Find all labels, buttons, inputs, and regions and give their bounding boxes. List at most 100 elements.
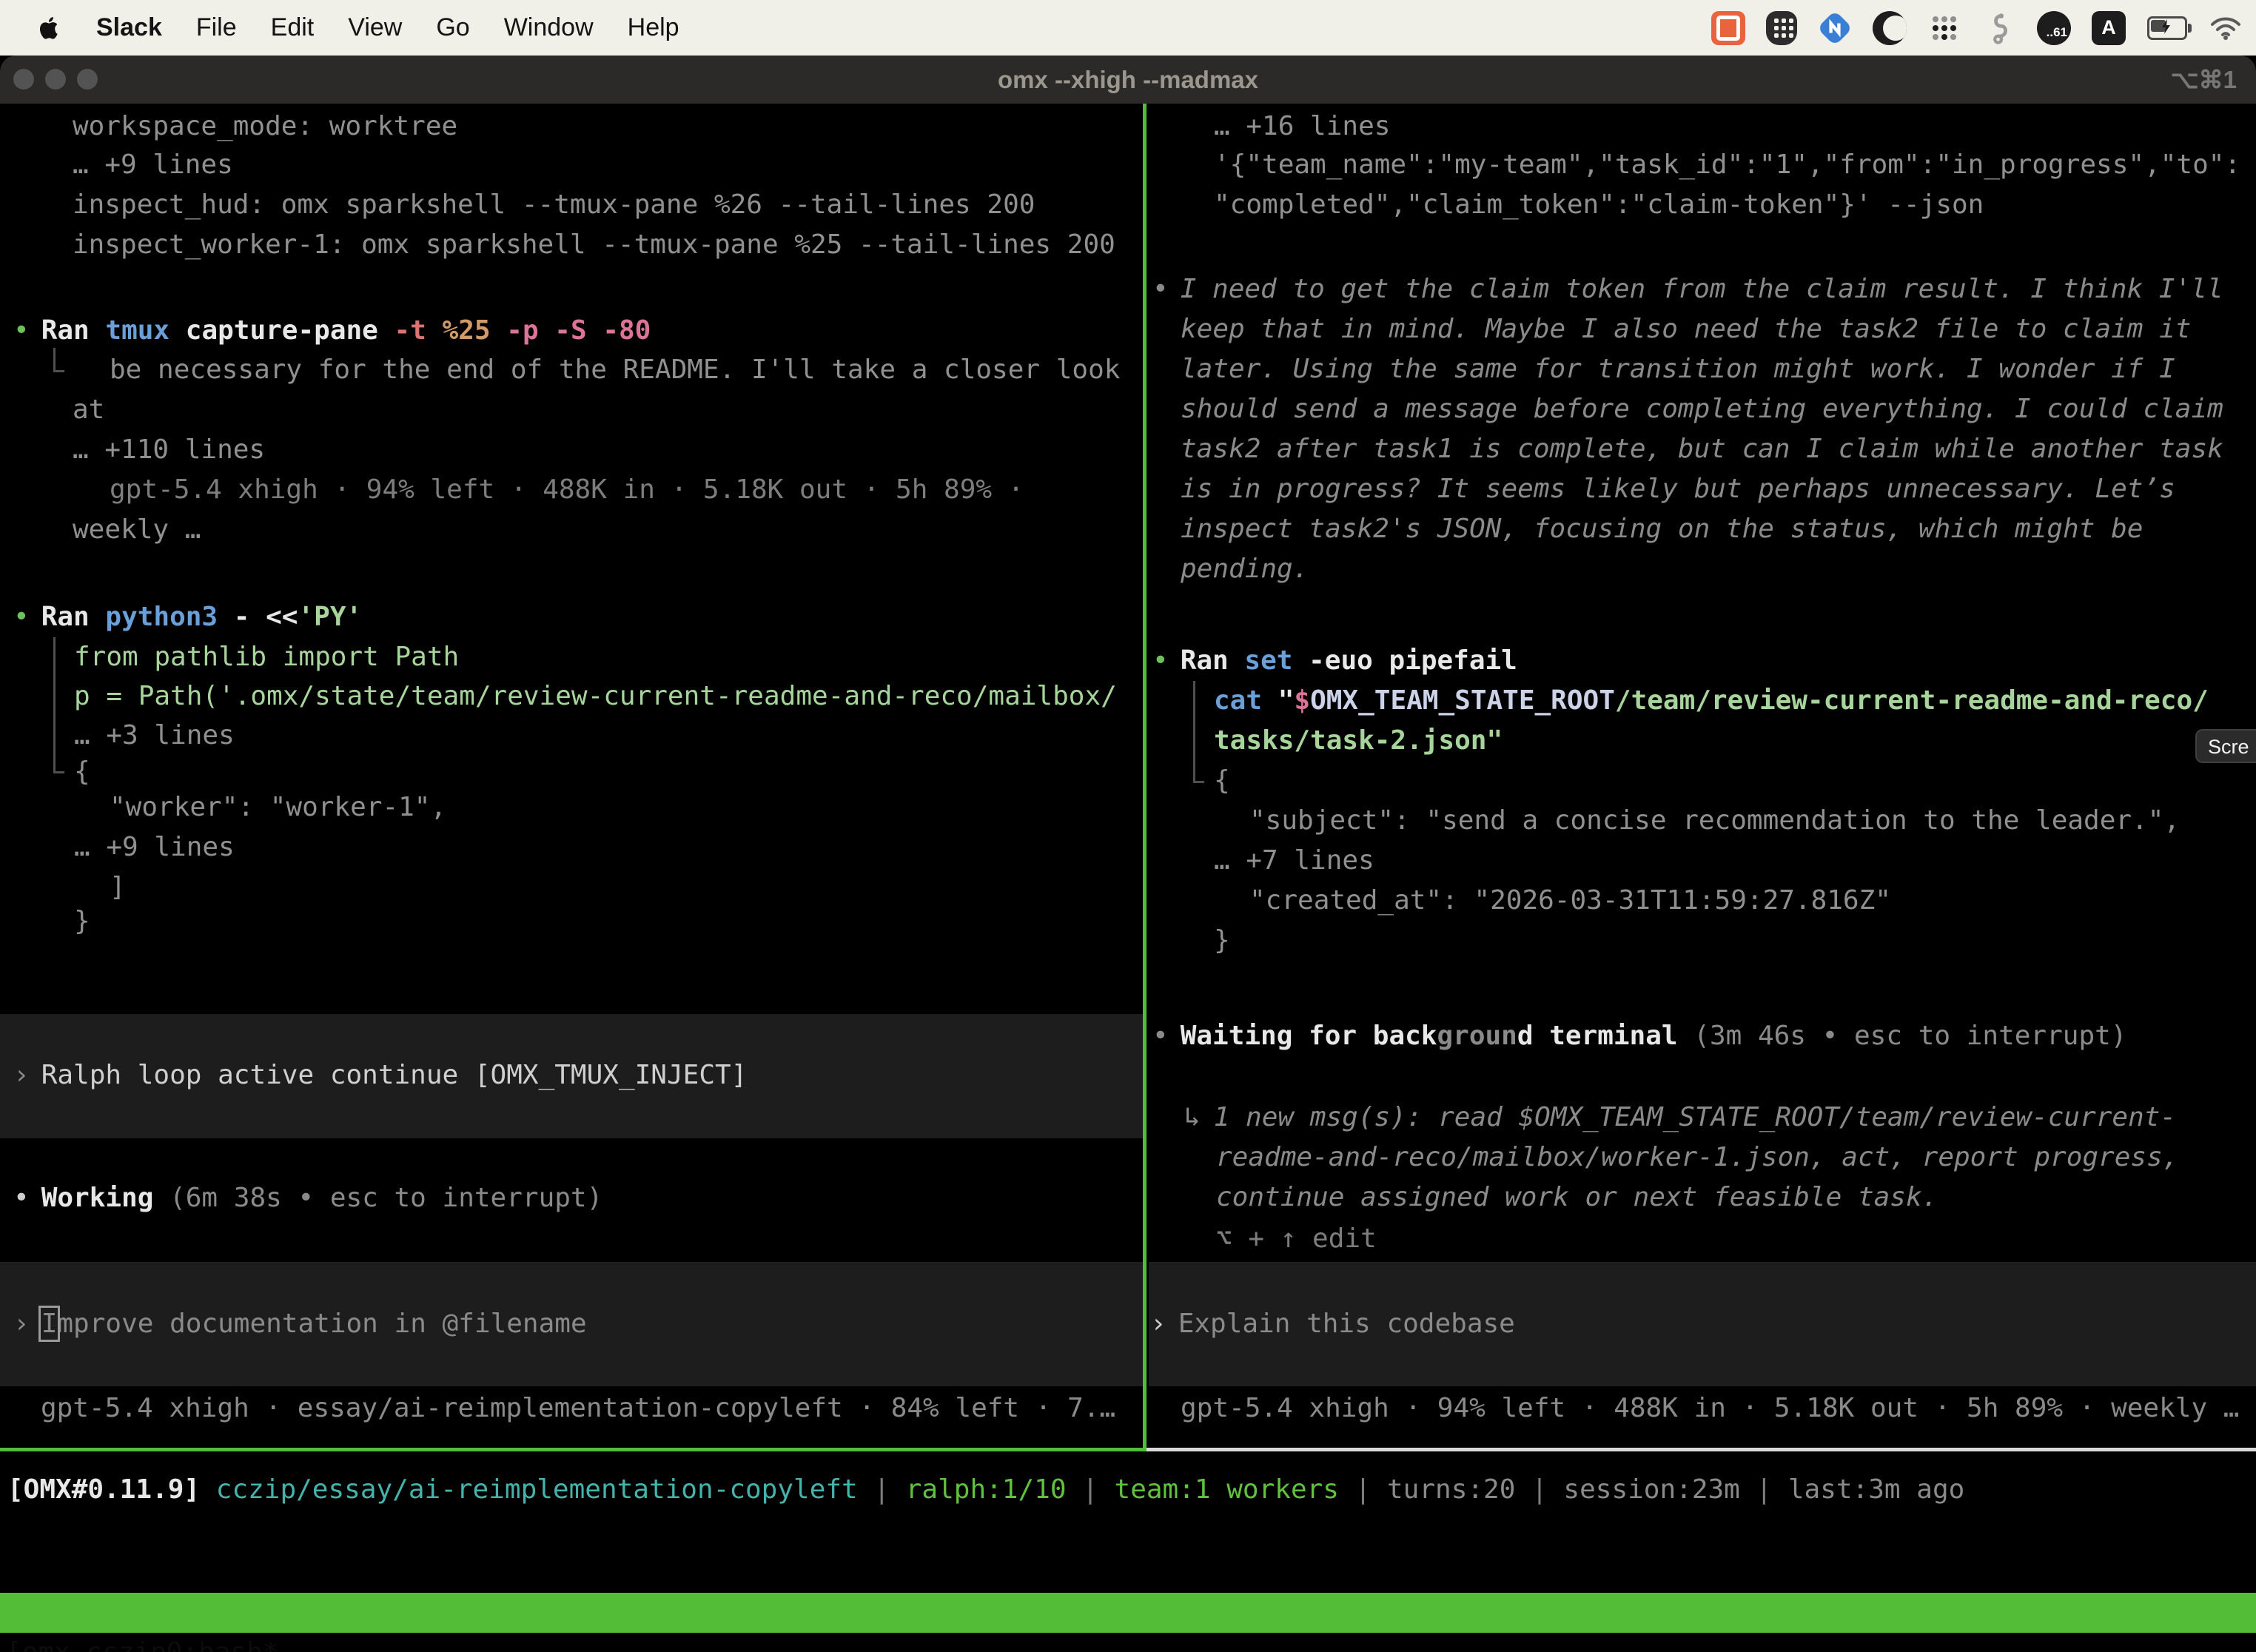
output-line: "subject": "send a concise recommendatio…: [1249, 801, 2180, 841]
terminal-content[interactable]: workspace_mode: worktree … +9 lines insp…: [0, 104, 2256, 1652]
thinking-line: later. Using the same for transition mig…: [1181, 349, 2175, 389]
bullet-icon: •: [1152, 274, 1169, 304]
ran-command-line: •Ran set -euo pipefail: [1152, 641, 1517, 681]
output-line: "completed","claim_token":"claim-token"}…: [1214, 185, 1984, 225]
tmux-status-bar: [omx-cczip0:bash* "MacBook-Pro-44.local"…: [0, 1593, 2256, 1633]
thinking-line: keep that in mind. Maybe I also need the…: [1181, 309, 2191, 349]
waiting-status-line: •Waiting for background terminal (3m 46s…: [1152, 1016, 2126, 1056]
edit-shortcut-hint: ⌥ + ↑ edit: [1216, 1219, 1377, 1259]
output-line: … +3 lines: [74, 716, 235, 756]
code-line: from pathlib import Path: [74, 637, 459, 677]
output-line: ]: [110, 867, 126, 907]
chevron-prompt-icon: ›: [13, 1060, 30, 1090]
output-line: }: [74, 901, 90, 941]
chevron-prompt-icon: ›: [13, 1309, 30, 1339]
prompt-input-line[interactable]: › Explain this codebase: [1150, 1304, 1515, 1344]
code-line: tasks/task-2.json": [1214, 721, 1503, 761]
input-placeholder: mprove documentation in @filename: [57, 1309, 586, 1339]
bullet-icon: •: [13, 1183, 30, 1213]
mailbox-message-line: continue assigned work or next feasible …: [1216, 1178, 1938, 1218]
output-line: {: [74, 752, 90, 792]
menu-go[interactable]: Go: [436, 13, 469, 42]
blue-shield-icon[interactable]: [1817, 10, 1853, 45]
bullet-icon: •: [13, 602, 30, 632]
mailbox-message-line: ↳1 new msg(s): read $OMX_TEAM_STATE_ROOT…: [1184, 1098, 2176, 1138]
hud-team: team:1 workers: [1115, 1474, 1339, 1505]
bullet-icon: •: [13, 315, 30, 346]
wifi-icon[interactable]: [2209, 11, 2243, 45]
hook-icon[interactable]: [1982, 11, 2016, 45]
session-status-line: gpt-5.4 xhigh · 94% left · 488K in · 5.1…: [1181, 1389, 2239, 1428]
menu-app-name[interactable]: Slack: [96, 13, 162, 42]
chevron-prompt-icon: ›: [1150, 1309, 1166, 1339]
pane-divider[interactable]: [1143, 104, 1147, 1451]
output-line: }: [1214, 921, 1230, 961]
input-source-icon[interactable]: A: [2092, 11, 2126, 45]
apple-logo-icon[interactable]: [37, 13, 62, 43]
menu-view[interactable]: View: [348, 13, 402, 42]
input-placeholder: Explain this codebase: [1178, 1309, 1515, 1339]
window-title: omx --xhigh --madmax: [0, 56, 2256, 104]
output-line: … +9 lines: [74, 827, 235, 867]
dots-grid-icon[interactable]: [1927, 11, 1961, 45]
ran-command-line: •Ran python3 - <<'PY': [13, 597, 362, 637]
menu-bar: Slack File Edit View Go Window Help ..61…: [0, 0, 2256, 56]
menu-edit[interactable]: Edit: [271, 13, 315, 42]
omx-version: [OMX#0.11.9]: [7, 1474, 216, 1505]
output-connector: [53, 348, 64, 372]
crescent-app-icon[interactable]: [1873, 11, 1907, 45]
left-pane-bottom-border: [0, 1448, 1147, 1451]
omx-hud-status-line: [OMX#0.11.9] cczip/essay/ai-reimplementa…: [7, 1470, 1964, 1510]
output-line: workspace_mode: worktree: [73, 107, 457, 147]
output-line: at: [73, 390, 104, 430]
output-connector: [53, 637, 64, 773]
output-line: {: [1214, 761, 1230, 801]
output-line: … +7 lines: [1214, 841, 1374, 881]
ralph-loop-line: ›Ralph loop active continue [OMX_TMUX_IN…: [13, 1055, 747, 1095]
window-title-bar[interactable]: omx --xhigh --madmax ⌥⌘1: [0, 56, 2256, 104]
screen-overlay-button[interactable]: Scre: [2195, 729, 2256, 763]
hud-last: last:3m ago: [1788, 1474, 1964, 1505]
thinking-line: inspect task2's JSON, focusing on the st…: [1181, 509, 2143, 549]
terminal-window: omx --xhigh --madmax ⌥⌘1 workspace_mode:…: [0, 56, 2256, 1652]
bullet-icon: •: [1152, 645, 1169, 676]
thinking-line: pending.: [1181, 549, 1309, 589]
hud-session: session:23m: [1563, 1474, 1739, 1505]
thinking-line: task2 after task1 is complete, but can I…: [1181, 429, 2223, 469]
chat-app-icon[interactable]: [1711, 11, 1745, 45]
hud-turns: turns:20: [1387, 1474, 1515, 1505]
ran-command-line: •Ran tmux capture-pane -t %25 -p -S -80: [13, 311, 651, 351]
output-line: … +16 lines: [1214, 107, 1390, 147]
output-line: inspect_worker-1: omx sparkshell --tmux-…: [73, 225, 1115, 265]
arrow-down-right-icon: ↳: [1184, 1102, 1201, 1132]
bullet-icon: •: [1152, 1021, 1169, 1051]
prompt-input-line[interactable]: ›Improve documentation in @filename: [13, 1304, 587, 1344]
grid-shield-icon[interactable]: [1766, 11, 1797, 45]
code-line: cat "$OMX_TEAM_STATE_ROOT/team/review-cu…: [1214, 681, 2209, 721]
output-line: … +9 lines: [73, 145, 233, 185]
tmux-session-window[interactable]: [omx-cczip0:bash*: [6, 1633, 278, 1652]
window-shortcut-badge: ⌥⌘1: [2171, 56, 2237, 104]
count-badge-icon[interactable]: ..61: [2037, 11, 2071, 45]
working-status-line: •Working (6m 38s • esc to interrupt): [13, 1178, 602, 1218]
output-line: inspect_hud: omx sparkshell --tmux-pane …: [73, 185, 1035, 225]
menu-window[interactable]: Window: [504, 13, 594, 42]
thinking-line: is in progress? It seems likely but perh…: [1181, 469, 2175, 509]
output-line: "created_at": "2026-03-31T11:59:27.816Z": [1249, 881, 1891, 921]
output-line: gpt-5.4 xhigh · 94% left · 488K in · 5.1…: [110, 470, 1024, 510]
output-line: '{"team_name":"my-team","task_id":"1","f…: [1214, 145, 2240, 185]
thinking-line: •I need to get the claim token from the …: [1152, 269, 2223, 309]
menu-help[interactable]: Help: [628, 13, 679, 42]
hud-ralph: ralph:1/10: [906, 1474, 1067, 1505]
hud-repo: cczip/essay/ai-reimplementation-copyleft: [216, 1474, 858, 1505]
mailbox-message-line: readme-and-reco/mailbox/worker-1.json, a…: [1216, 1138, 2178, 1178]
code-line: p = Path('.omx/state/team/review-current…: [74, 676, 1117, 716]
output-line: weekly …: [73, 510, 201, 550]
thinking-line: should send a message before completing …: [1181, 389, 2223, 429]
output-connector: [1193, 681, 1204, 783]
battery-icon[interactable]: [2146, 11, 2188, 45]
session-status-line: gpt-5.4 xhigh · essay/ai-reimplementatio…: [41, 1389, 1115, 1428]
output-line: … +110 lines: [73, 430, 265, 470]
menu-file[interactable]: File: [196, 13, 237, 42]
output-line: be necessary for the end of the README. …: [110, 350, 1120, 390]
